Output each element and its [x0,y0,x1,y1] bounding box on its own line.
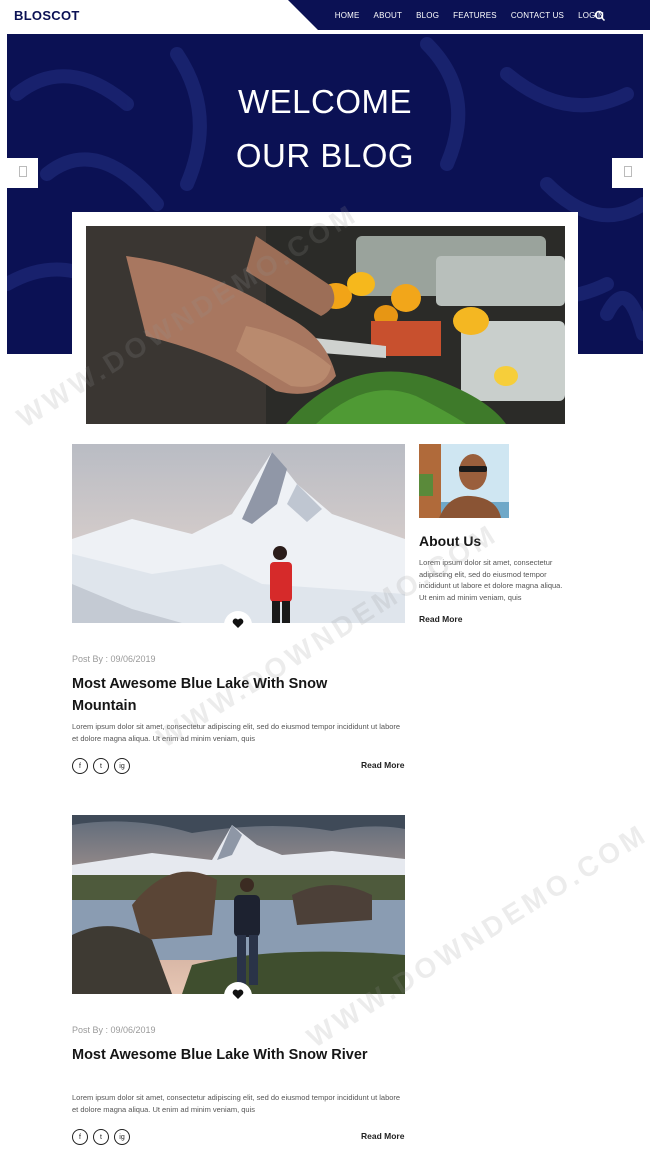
nav-item-contact-us[interactable]: CONTACT US [511,11,564,20]
post-1-excerpt: Lorem ipsum dolor sit amet, consectetur … [72,722,401,743]
hero-title-line-1: WELCOME [237,83,412,120]
brand-logo[interactable]: BLOSCOT [14,8,80,23]
arrow-right-icon [623,164,632,182]
hero-title-line-2: OUR BLOG [235,137,415,174]
like-button[interactable] [224,611,252,639]
featured-image[interactable] [86,226,565,424]
search-icon[interactable] [594,9,606,22]
post-2-excerpt: Lorem ipsum dolor sit amet, consectetur … [72,1093,401,1114]
slider-next-button[interactable] [612,158,643,188]
navbar: BLOSCOT HOME ABOUT BLOG FEATURES CONTACT… [0,0,650,30]
post-2-title[interactable]: Most Awesome Blue Lake With Snow River [72,1044,392,1066]
instagram-icon[interactable]: ig [114,758,130,774]
nav-item-blog[interactable]: BLOG [416,11,439,20]
about-read-more[interactable]: Read More [419,614,462,624]
post-1-title[interactable]: Most Awesome Blue Lake With Snow Mountai… [72,673,392,717]
nav-item-home[interactable]: HOME [335,11,360,20]
like-button[interactable] [224,982,252,1010]
post-1-image[interactable] [72,444,405,623]
post-2-image[interactable] [72,815,405,994]
twitter-icon[interactable]: t [93,1129,109,1145]
nav-item-features[interactable]: FEATURES [453,11,497,20]
instagram-icon[interactable]: ig [114,1129,130,1145]
post-2-read-more[interactable]: Read More [361,1131,404,1141]
post-1-meta: Post By : 09/06/2019 [72,654,156,664]
heart-icon [232,987,244,1005]
about-avatar-image [419,444,509,518]
post-2-social: f t ig [72,1129,130,1145]
arrow-left-icon [18,164,27,182]
facebook-icon[interactable]: f [72,758,88,774]
post-2-meta: Post By : 09/06/2019 [72,1025,156,1035]
heart-icon [232,616,244,634]
about-text: Lorem ipsum dolor sit amet, consectetur … [419,558,563,602]
about-title: About Us [419,533,482,549]
twitter-icon[interactable]: t [93,758,109,774]
slider-prev-button[interactable] [7,158,38,188]
post-1-social: f t ig [72,758,130,774]
post-1-read-more[interactable]: Read More [361,760,404,770]
nav-item-about[interactable]: ABOUT [374,11,403,20]
nav-menu: HOME ABOUT BLOG FEATURES CONTACT US LOGI… [335,0,604,30]
facebook-icon[interactable]: f [72,1129,88,1145]
